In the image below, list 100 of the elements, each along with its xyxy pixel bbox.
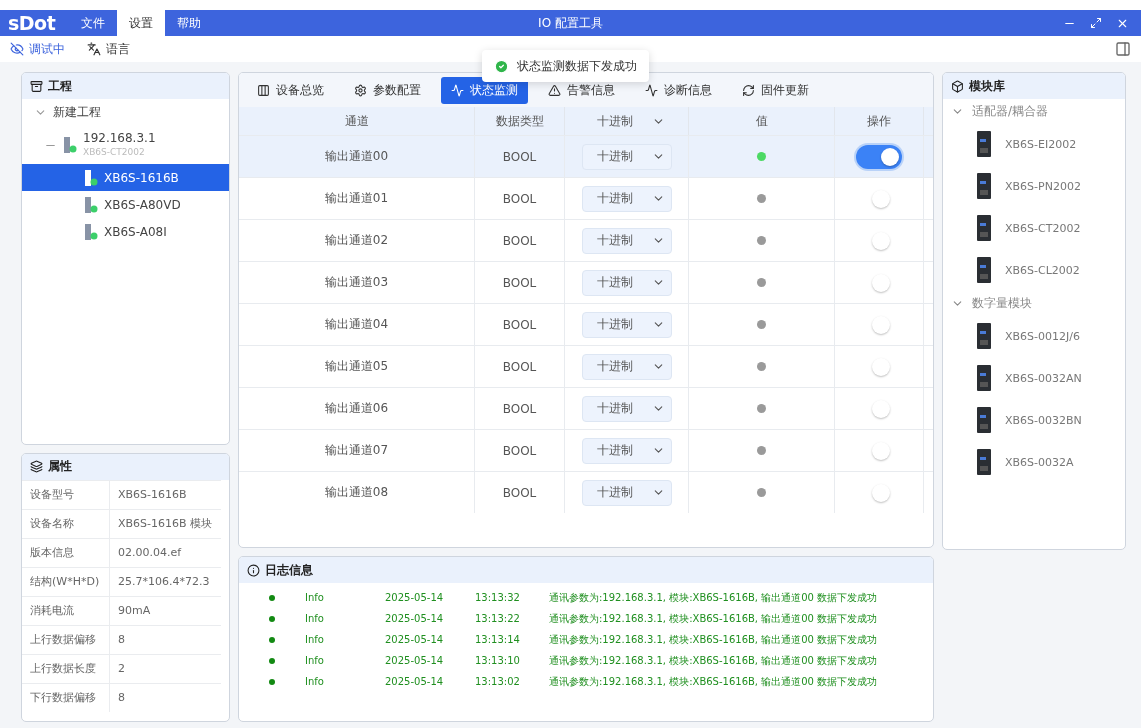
table-cell: BOOL [502, 485, 537, 500]
library-item[interactable]: XB6S-CL2002 [943, 249, 1125, 291]
module-name: XB6S-0032AN [1005, 371, 1082, 385]
property-name: 下行数据偏移 [22, 683, 110, 712]
module-name: XB6S-CT2002 [1005, 221, 1081, 235]
tab[interactable]: 固件更新 [732, 76, 819, 104]
language-icon [87, 42, 101, 56]
menu-item[interactable]: 设置 [117, 10, 166, 36]
log-message: 通讯参数为:192.168.3.1, 模块:XB6S-1616B, 输出通道00 数据下发成功 [549, 590, 879, 605]
table-row[interactable]: 输出通道05 BOOL 十进制 [239, 345, 933, 387]
library-item[interactable]: XB6S-0032AN [943, 357, 1125, 399]
tree-label: XB6S-A08I [104, 224, 167, 239]
format-select[interactable]: 十进制 [581, 395, 672, 422]
property-name: 消耗电流 [22, 596, 110, 625]
maximize-icon[interactable] [1090, 17, 1102, 29]
library-item[interactable]: XB6S-0032BN [943, 399, 1125, 441]
format-select[interactable]: 十进制 [581, 108, 672, 134]
tree-item[interactable]: 新建工程 [22, 99, 229, 126]
tree-item[interactable]: XB6S-A80VD [22, 191, 229, 218]
module-icon [975, 364, 993, 392]
device-icon [84, 195, 98, 214]
module-name: XB6S-0012J/6 [1005, 329, 1080, 343]
table-cell: 输出通道01 [324, 190, 389, 207]
format-select[interactable]: 十进制 [581, 353, 672, 380]
menu-item[interactable]: 帮助 [165, 10, 214, 36]
table-cell: BOOL [502, 317, 537, 332]
module-name: XB6S-0032BN [1005, 413, 1082, 427]
table-row[interactable]: 输出通道01 BOOL 十进制 [239, 177, 933, 219]
table-row[interactable]: 输出通道08 BOOL 十进制 [239, 471, 933, 513]
toggle-switch[interactable] [856, 144, 902, 169]
layers-icon [30, 460, 43, 474]
property-name: 上行数据长度 [22, 654, 110, 683]
log-time: 13:13:32 [475, 592, 521, 604]
library-item[interactable]: XB6S-PN2002 [943, 165, 1125, 207]
tree-item[interactable]: XB6S-1616B [22, 164, 229, 191]
panel-title: 日志信息 [265, 561, 313, 579]
panel-title: 模块库 [969, 77, 1005, 95]
table-cell: 输出通道06 [324, 400, 389, 417]
library-item[interactable]: XB6S-0012J/6 [943, 315, 1125, 357]
table-row[interactable]: 输出通道06 BOOL 十进制 [239, 387, 933, 429]
tab[interactable]: 设备总览 [247, 76, 334, 104]
tab[interactable]: 诊断信息 [635, 76, 722, 104]
library-item[interactable]: XB6S-EI2002 [943, 123, 1125, 165]
window-title: IO 配置工具 [538, 15, 603, 32]
format-select[interactable]: 十进制 [581, 185, 672, 212]
property-value: XB6S-1616B 模块 [117, 516, 214, 533]
tab[interactable]: 告警信息 [538, 76, 625, 104]
tree-label: XB6S-1616B [104, 170, 179, 185]
property-value: 8 [117, 632, 126, 649]
table-row[interactable]: 输出通道07 BOOL 十进制 [239, 429, 933, 471]
log-dot [269, 594, 275, 601]
eye-off-icon [10, 42, 24, 56]
format-select[interactable]: 十进制 [581, 479, 672, 506]
format-select[interactable]: 十进制 [581, 143, 672, 170]
library-item[interactable]: XB6S-CT2002 [943, 207, 1125, 249]
tree-item[interactable]: 192.168.3.1 XB6S-CT2002 [22, 126, 229, 164]
module-icon [975, 322, 993, 350]
table-row[interactable]: 输出通道02 BOOL 十进制 [239, 219, 933, 261]
tree-item[interactable]: XB6S-A08I [22, 218, 229, 245]
column-header: 通道 [344, 112, 369, 130]
menu-item[interactable]: 文件 [69, 10, 118, 36]
log-dot [269, 657, 275, 664]
gear-icon [354, 83, 367, 97]
device-icon [84, 222, 98, 241]
module-icon [975, 130, 993, 158]
property-value: 8 [117, 690, 126, 707]
property-value: 02.00.04.ef [117, 545, 183, 562]
format-select[interactable]: 十进制 [581, 269, 672, 296]
log-date: 2025-05-14 [385, 592, 445, 604]
table-row[interactable]: 输出通道03 BOOL 十进制 [239, 261, 933, 303]
column-header: 数据类型 [495, 112, 544, 130]
format-select[interactable]: 十进制 [581, 227, 672, 254]
module-icon [975, 448, 993, 476]
table-row[interactable]: 输出通道04 BOOL 十进制 [239, 303, 933, 345]
property-value: 2 [117, 661, 126, 678]
panel-toggle-icon[interactable] [1115, 41, 1131, 57]
panel-title: 属性 [48, 458, 72, 476]
project-icon [30, 79, 43, 93]
debug-button[interactable]: 调试中 [10, 40, 65, 58]
library-group[interactable]: 数字量模块 [943, 291, 1125, 315]
log-date: 2025-05-14 [385, 634, 445, 646]
property-name: 设备名称 [22, 509, 110, 538]
table-cell: BOOL [502, 359, 537, 374]
panel-title: 工程 [48, 77, 72, 95]
table-row[interactable]: 输出通道00 BOOL 十进制 [239, 135, 933, 177]
log-message: 通讯参数为:192.168.3.1, 模块:XB6S-1616B, 输出通道00 数据下发成功 [549, 653, 879, 668]
library-group[interactable]: 适配器/耦合器 [943, 99, 1125, 123]
language-button[interactable]: 语言 [87, 40, 130, 58]
log-level: Info [305, 634, 325, 646]
table-cell: 输出通道08 [324, 484, 389, 501]
success-icon [494, 58, 509, 74]
table-cell: 输出通道05 [324, 358, 389, 375]
pulse-icon [645, 83, 658, 97]
tab[interactable]: 参数配置 [344, 76, 431, 104]
library-item[interactable]: XB6S-0032A [943, 441, 1125, 483]
format-select[interactable]: 十进制 [581, 311, 672, 338]
log-level: Info [305, 613, 325, 625]
log-time: 13:13:14 [475, 634, 521, 646]
format-select[interactable]: 十进制 [581, 437, 672, 464]
log-dot [269, 615, 275, 622]
